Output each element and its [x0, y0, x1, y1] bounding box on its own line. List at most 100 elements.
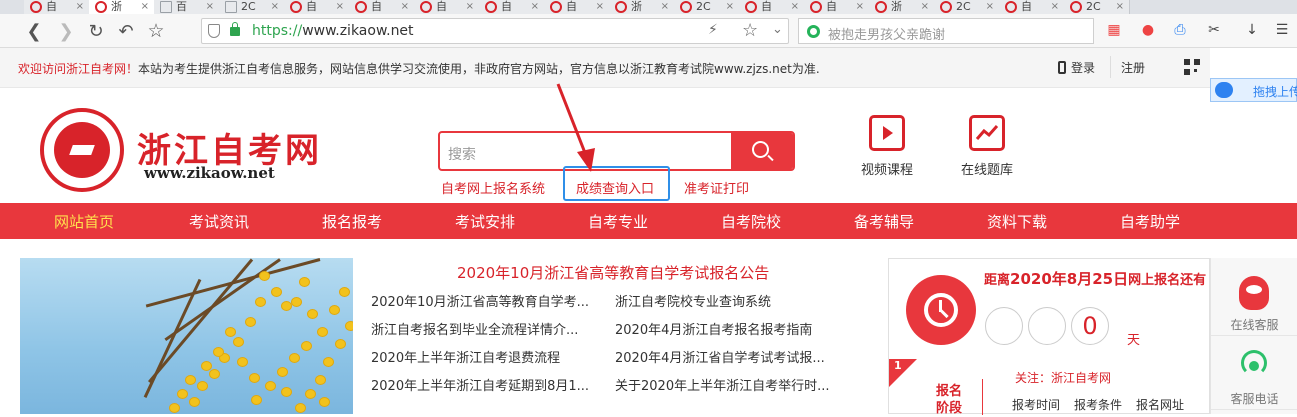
- step-number: 1: [894, 359, 902, 372]
- search-button[interactable]: [731, 133, 793, 169]
- blossom-shape: [330, 306, 339, 314]
- browser-tab[interactable]: 自 ×: [349, 0, 415, 14]
- nav-item-exam-schedule[interactable]: 考试安排: [455, 211, 515, 232]
- favorite-star-icon[interactable]: ☆: [742, 20, 758, 41]
- close-tab-icon[interactable]: ×: [986, 0, 994, 14]
- news-item[interactable]: 2020年4月浙江省自学考试考试报...: [615, 347, 825, 366]
- browser-tab[interactable]: 百 ×: [154, 0, 220, 14]
- nav-item-exam-news[interactable]: 考试资讯: [189, 211, 249, 232]
- blossom-shape: [320, 398, 329, 406]
- lightning-icon[interactable]: ⚡: [708, 22, 718, 38]
- back-icon[interactable]: ❮: [22, 19, 46, 43]
- browser-tab-title: 浙: [891, 0, 902, 13]
- blossom-shape: [186, 376, 195, 384]
- nav-item-registration[interactable]: 报名报考: [322, 211, 382, 232]
- browser-tab[interactable]: 2C ×: [934, 0, 1000, 14]
- bookmark-star-icon[interactable]: ☆: [144, 19, 168, 43]
- browser-tab[interactable]: 2C ×: [674, 0, 740, 14]
- follow-label[interactable]: 关注：浙江自考网: [1015, 369, 1111, 386]
- browser-tab[interactable]: 2C ×: [219, 0, 285, 14]
- news-item[interactable]: 关于2020年上半年浙江自考举行时...: [615, 375, 829, 394]
- blossom-shape: [266, 382, 275, 390]
- quick-link-registration[interactable]: 自考网上报名系统: [441, 178, 545, 197]
- login-link[interactable]: 登录: [1058, 59, 1095, 76]
- browser-tab[interactable]: 自 ×: [999, 0, 1065, 14]
- countdown-digit: 0: [1071, 307, 1109, 345]
- nav-item-home[interactable]: 网站首页: [54, 211, 114, 232]
- close-tab-icon[interactable]: ×: [1116, 0, 1124, 14]
- banner-photo[interactable]: [20, 258, 353, 414]
- game-icon[interactable]: ●: [1138, 22, 1158, 40]
- news-item[interactable]: 2020年10月浙江省高等教育自学考...: [371, 291, 589, 310]
- feature-question-bank[interactable]: 在线题库: [947, 115, 1027, 178]
- shield-icon: [208, 24, 220, 38]
- stage-link-exam-time[interactable]: 报考时间: [1012, 396, 1060, 413]
- forward-icon[interactable]: ❯: [54, 19, 78, 43]
- nav-item-downloads[interactable]: 资料下载: [987, 211, 1047, 232]
- nav-item-colleges[interactable]: 自考院校: [721, 211, 781, 232]
- address-bar[interactable]: https://www.zikaow.net ⚡ ☆ ⌄: [201, 18, 789, 44]
- close-tab-icon[interactable]: ×: [336, 0, 344, 14]
- reload-icon[interactable]: ↻: [84, 19, 108, 43]
- qr-code-icon[interactable]: [1184, 59, 1200, 75]
- menu-icon[interactable]: ☰: [1272, 22, 1292, 40]
- browser-tab[interactable]: 浙 ×: [609, 0, 675, 14]
- close-tab-icon[interactable]: ×: [1051, 0, 1059, 14]
- download-icon[interactable]: ↓: [1242, 22, 1262, 40]
- news-item[interactable]: 2020年上半年浙江自考退费流程: [371, 347, 560, 366]
- sync-icon[interactable]: ⎙: [1170, 22, 1190, 40]
- news-item[interactable]: 浙江自考报名到毕业全流程详情介...: [371, 319, 578, 338]
- close-tab-icon[interactable]: ×: [726, 0, 734, 14]
- undo-icon[interactable]: ↶: [114, 19, 138, 43]
- blossom-shape: [318, 328, 327, 336]
- stage-link-conditions[interactable]: 报考条件: [1074, 396, 1122, 413]
- scissors-icon[interactable]: ✂: [1204, 22, 1224, 40]
- quick-link-admission-ticket[interactable]: 准考证打印: [684, 178, 749, 197]
- browser-tab[interactable]: 自 ×: [804, 0, 870, 14]
- news-headline[interactable]: 2020年10月浙江省高等教育自学考试报名公告: [457, 262, 769, 283]
- online-service-button[interactable]: 在线客服: [1211, 264, 1297, 336]
- close-tab-icon[interactable]: ×: [206, 0, 214, 14]
- site-search-box[interactable]: 搜索: [438, 131, 795, 171]
- browser-tab[interactable]: 自 ×: [739, 0, 805, 14]
- close-tab-icon[interactable]: ×: [76, 0, 84, 14]
- close-tab-icon[interactable]: ×: [856, 0, 864, 14]
- browser-tab[interactable]: 浙 ×: [89, 0, 155, 14]
- nav-item-tutoring[interactable]: 备考辅导: [854, 211, 914, 232]
- close-tab-icon[interactable]: ×: [661, 0, 669, 14]
- blossom-shape: [292, 298, 301, 306]
- apps-icon[interactable]: ▦: [1104, 22, 1124, 40]
- drag-upload-button[interactable]: 拖拽上传: [1210, 78, 1297, 102]
- browser-search-placeholder: 被抱走男孩父亲跪谢: [828, 28, 946, 43]
- news-item[interactable]: 2020年上半年浙江自考延期到8月1...: [371, 375, 589, 394]
- news-item[interactable]: 浙江自考院校专业查询系统: [615, 291, 771, 310]
- close-tab-icon[interactable]: ×: [531, 0, 539, 14]
- browser-search-box[interactable]: 被抱走男孩父亲跪谢: [798, 18, 1094, 44]
- browser-tab[interactable]: 自 ×: [544, 0, 610, 14]
- headset-icon: [1241, 350, 1267, 376]
- stage-link-website[interactable]: 报名网址: [1136, 396, 1184, 413]
- close-tab-icon[interactable]: ×: [596, 0, 604, 14]
- close-tab-icon[interactable]: ×: [466, 0, 474, 14]
- nav-item-assistance[interactable]: 自考助学: [1120, 211, 1180, 232]
- browser-tab[interactable]: 自 ×: [24, 0, 90, 14]
- browser-tab[interactable]: 自 ×: [284, 0, 350, 14]
- close-tab-icon[interactable]: ×: [271, 0, 279, 14]
- register-link[interactable]: 注册: [1121, 59, 1145, 76]
- browser-tab[interactable]: 自 ×: [414, 0, 480, 14]
- close-tab-icon[interactable]: ×: [921, 0, 929, 14]
- close-tab-icon[interactable]: ×: [791, 0, 799, 14]
- phone-service-button[interactable]: 客服电话: [1211, 338, 1297, 410]
- browser-tab[interactable]: 浙 ×: [869, 0, 935, 14]
- close-tab-icon[interactable]: ×: [141, 0, 149, 14]
- feature-video-course[interactable]: 视频课程: [847, 115, 927, 178]
- browser-tab[interactable]: 2C ×: [1064, 0, 1130, 14]
- site-logo-emblem[interactable]: [40, 108, 124, 192]
- chevron-down-icon[interactable]: ⌄: [772, 22, 783, 37]
- browser-tab[interactable]: 自 ×: [479, 0, 545, 14]
- nav-item-majors[interactable]: 自考专业: [588, 211, 648, 232]
- blossom-shape: [210, 370, 219, 378]
- blossom-shape: [282, 302, 291, 310]
- close-tab-icon[interactable]: ×: [401, 0, 409, 14]
- news-item[interactable]: 2020年4月浙江自考报名报考指南: [615, 319, 812, 338]
